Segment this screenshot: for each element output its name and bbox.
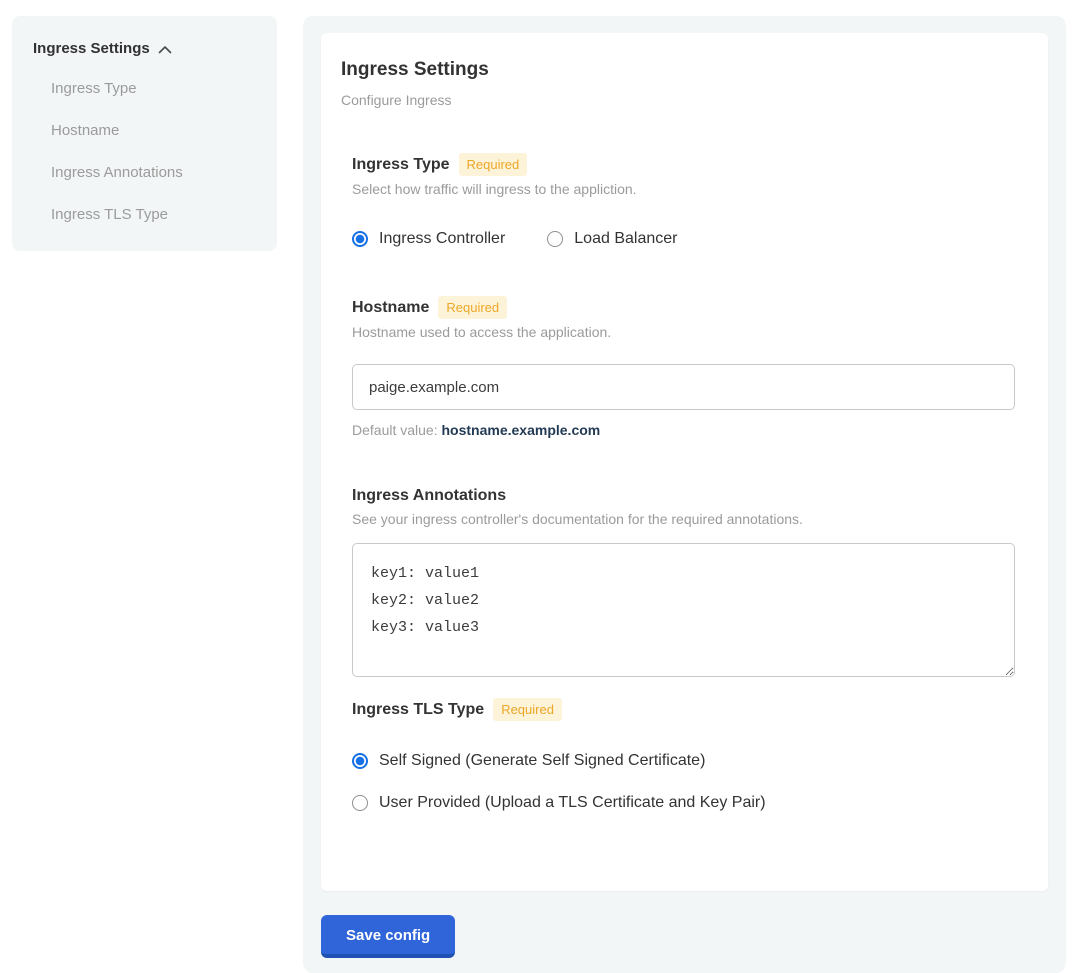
sidebar-group-label: Ingress Settings <box>33 40 150 57</box>
ingress-type-label: Ingress Type <box>352 155 450 175</box>
radio-option-self-signed[interactable]: Self Signed (Generate Self Signed Certif… <box>352 751 1018 771</box>
load-balancer-radio[interactable] <box>547 231 563 247</box>
field-ingress-annotations: Ingress Annotations See your ingress con… <box>352 486 1018 677</box>
ingress-annotations-textarea[interactable]: key1: value1 key2: value2 key3: value3 <box>352 543 1015 677</box>
hostname-label: Hostname <box>352 298 429 318</box>
radio-option-load-balancer[interactable]: Load Balancer <box>547 229 677 249</box>
hostname-default-value: hostname.example.com <box>442 422 601 438</box>
required-badge: Required <box>438 296 507 319</box>
field-hostname: Hostname Required Hostname used to acces… <box>352 296 1018 439</box>
config-nav-sidebar: Ingress Settings Ingress Type Hostname I… <box>12 16 277 251</box>
page-subtitle: Configure Ingress <box>341 91 1028 109</box>
self-signed-radio[interactable] <box>352 753 368 769</box>
ingress-settings-card: Ingress Settings Configure Ingress Ingre… <box>321 33 1048 891</box>
radio-option-user-provided[interactable]: User Provided (Upload a TLS Certificate … <box>352 793 1018 813</box>
sidebar-group-ingress-settings[interactable]: Ingress Settings <box>33 40 257 57</box>
sidebar-item-hostname[interactable]: Hostname <box>33 121 257 141</box>
ingress-type-options: Ingress Controller Load Balancer <box>352 229 1018 249</box>
ingress-tls-type-label: Ingress TLS Type <box>352 700 484 720</box>
radio-label: Self Signed (Generate Self Signed Certif… <box>379 751 705 771</box>
radio-label: Ingress Controller <box>379 229 505 249</box>
sidebar-item-ingress-tls-type[interactable]: Ingress TLS Type <box>33 205 257 225</box>
ingress-annotations-label: Ingress Annotations <box>352 486 506 506</box>
user-provided-radio[interactable] <box>352 795 368 811</box>
sidebar-item-ingress-type[interactable]: Ingress Type <box>33 79 257 99</box>
radio-option-ingress-controller[interactable]: Ingress Controller <box>352 229 505 249</box>
field-ingress-type: Ingress Type Required Select how traffic… <box>352 153 1018 249</box>
chevron-up-icon <box>158 45 172 54</box>
required-badge: Required <box>459 153 528 176</box>
hostname-default-hint: Default value: hostname.example.com <box>352 421 1018 439</box>
save-config-button[interactable]: Save config <box>321 915 455 958</box>
ingress-type-help: Select how traffic will ingress to the a… <box>352 180 1018 198</box>
page: Ingress Settings Ingress Type Hostname I… <box>0 0 1090 973</box>
required-badge: Required <box>493 698 562 721</box>
hostname-help: Hostname used to access the application. <box>352 323 1018 341</box>
hostname-input[interactable] <box>352 364 1015 410</box>
radio-label: Load Balancer <box>574 229 677 249</box>
default-hint-prefix: Default value: <box>352 422 442 438</box>
page-title: Ingress Settings <box>341 58 1028 81</box>
ingress-controller-radio[interactable] <box>352 231 368 247</box>
sidebar-item-ingress-annotations[interactable]: Ingress Annotations <box>33 163 257 183</box>
ingress-tls-type-options: Self Signed (Generate Self Signed Certif… <box>352 751 1018 813</box>
radio-label: User Provided (Upload a TLS Certificate … <box>379 793 766 813</box>
ingress-annotations-help: See your ingress controller's documentat… <box>352 510 1018 528</box>
config-area: Ingress Settings Configure Ingress Ingre… <box>303 16 1066 973</box>
field-ingress-tls-type: Ingress TLS Type Required Self Signed (G… <box>352 698 1018 813</box>
